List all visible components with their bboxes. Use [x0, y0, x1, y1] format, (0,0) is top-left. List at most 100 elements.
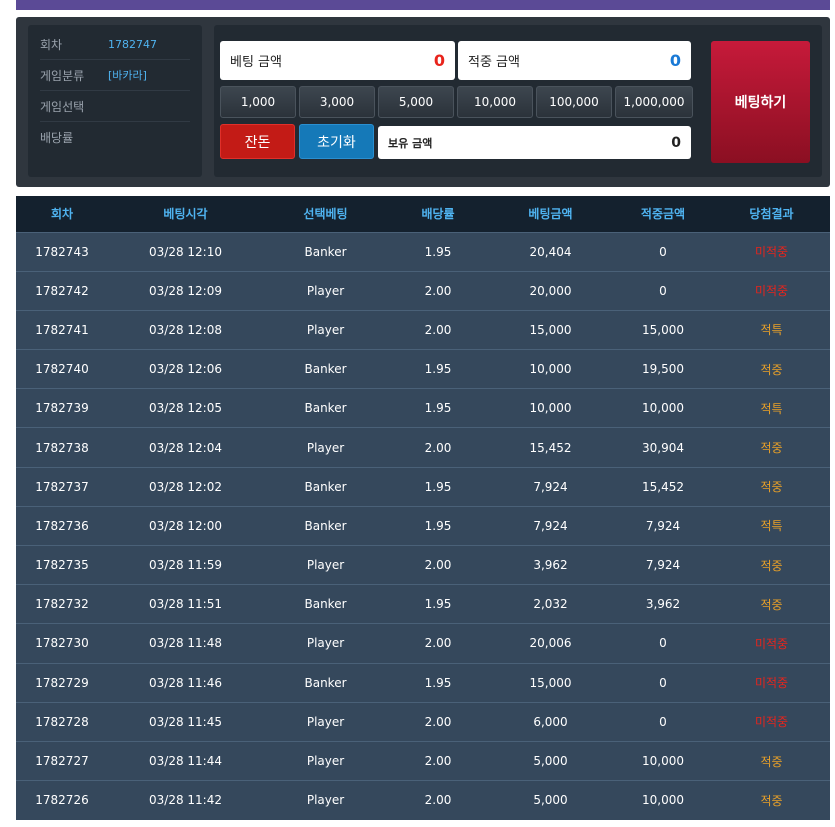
select-label: 게임선택 [40, 99, 85, 114]
cell-result: 적특 [760, 519, 783, 534]
cell-round: 1782726 [35, 793, 89, 808]
cell-result: 적특 [760, 323, 783, 338]
cell-round: 1782727 [35, 754, 89, 769]
cell-selection: Player [306, 793, 345, 808]
cell-selection: Player [306, 754, 345, 769]
cell-bet-time: 03/28 11:44 [149, 754, 222, 769]
win-amount-value: 0 [669, 51, 681, 70]
chip-button-5000[interactable]: 5,000 [378, 86, 454, 118]
cell-bet-time: 03/28 11:45 [149, 714, 222, 729]
cell-round: 1782738 [35, 440, 89, 455]
cell-result: 미적중 [754, 715, 789, 730]
cell-selection: Banker [304, 675, 347, 690]
chip-button-1000[interactable]: 1,000 [220, 86, 296, 118]
category-value: [바카라] [108, 69, 147, 82]
cell-selection: Banker [304, 597, 347, 612]
cell-bet-amount: 10,000 [529, 362, 572, 377]
chip-row: 1,000 3,000 5,000 10,000 100,000 1,000,0… [220, 86, 693, 118]
header-bet-amount: 베팅금액 [528, 207, 573, 222]
cell-round: 1782739 [35, 401, 89, 416]
header-odds: 배당률 [421, 207, 455, 222]
cell-selection: Player [306, 283, 345, 298]
cell-win-amount: 30,904 [642, 440, 684, 455]
cell-result: 미적중 [754, 636, 789, 651]
cell-bet-time: 03/28 11:42 [149, 793, 222, 808]
place-bet-button[interactable]: 베팅하기 [711, 41, 810, 163]
chip-button-3000[interactable]: 3,000 [299, 86, 375, 118]
balance-button[interactable]: 잔돈 [220, 124, 295, 159]
cell-odds: 1.95 [424, 401, 452, 416]
cell-bet-amount: 15,452 [529, 440, 572, 455]
cell-win-amount: 10,000 [642, 401, 684, 416]
table-header-row: 회차 베팅시각 선택베팅 배당률 베팅금액 적중금액 당첨결과 [16, 196, 830, 232]
cell-bet-amount: 20,404 [529, 244, 572, 259]
cell-result: 적중 [760, 754, 783, 769]
cell-selection: Banker [304, 244, 347, 259]
cell-odds: 1.95 [424, 597, 452, 612]
cell-bet-time: 03/28 12:08 [149, 322, 222, 337]
info-row-odds: 배당률 [40, 122, 190, 153]
cell-bet-time: 03/28 11:51 [149, 597, 222, 612]
bet-amount-label: 베팅 금액 [230, 55, 282, 70]
cell-odds: 2.00 [424, 283, 452, 298]
cell-round: 1782741 [35, 322, 89, 337]
cell-bet-amount: 5,000 [533, 754, 568, 769]
table-row: 1782742 03/28 12:09 Player 2.00 20,000 0 미적중 [16, 271, 830, 311]
cell-result: 적중 [760, 362, 783, 377]
chip-button-100000[interactable]: 100,000 [536, 86, 612, 118]
cell-win-amount: 15,452 [642, 479, 684, 494]
cell-odds: 1.95 [424, 675, 452, 690]
cell-bet-amount: 5,000 [533, 793, 568, 808]
table-row: 1782735 03/28 11:59 Player 2.00 3,962 7,924 적중 [16, 545, 830, 585]
table-row: 1782727 03/28 11:44 Player 2.00 5,000 10,000 적… [16, 741, 830, 781]
cell-bet-time: 03/28 11:46 [149, 675, 222, 690]
table-row: 1782732 03/28 11:51 Banker 1.95 2,032 3,962 적중 [16, 584, 830, 624]
table-row: 1782736 03/28 12:00 Banker 1.95 7,924 7,924 적특 [16, 506, 830, 546]
header-result: 당첨결과 [749, 207, 794, 222]
cell-bet-time: 03/28 12:09 [149, 283, 222, 298]
cell-bet-time: 03/28 11:59 [149, 558, 222, 573]
cell-bet-time: 03/28 12:00 [149, 518, 222, 533]
cell-round: 1782742 [35, 283, 89, 298]
cell-selection: Banker [304, 362, 347, 377]
cell-selection: Player [306, 636, 345, 651]
cell-win-amount: 10,000 [642, 754, 684, 769]
header-selection: 선택베팅 [303, 207, 348, 222]
cell-win-amount: 19,500 [642, 362, 684, 377]
cell-selection: Banker [304, 479, 347, 494]
cell-odds: 2.00 [424, 754, 452, 769]
bet-amount-field[interactable]: 베팅 금액 0 [220, 41, 455, 80]
cell-bet-time: 03/28 12:06 [149, 362, 222, 377]
cell-bet-amount: 20,006 [529, 636, 572, 651]
cell-win-amount: 10,000 [642, 793, 684, 808]
cell-odds: 1.95 [424, 244, 452, 259]
cell-bet-amount: 15,000 [529, 322, 572, 337]
cell-round: 1782732 [35, 597, 89, 612]
info-row-category: 게임분류 [바카라] [40, 60, 190, 91]
table-row: 1782729 03/28 11:46 Banker 1.95 15,000 0 미적중 [16, 663, 830, 703]
cell-bet-time: 03/28 12:02 [149, 479, 222, 494]
cell-odds: 2.00 [424, 793, 452, 808]
cell-result: 적중 [760, 793, 783, 808]
cell-result: 적중 [760, 441, 783, 456]
cell-round: 1782737 [35, 479, 89, 494]
win-amount-field: 적중 금액 0 [458, 41, 691, 80]
cell-win-amount: 7,924 [645, 518, 681, 533]
cell-win-amount: 0 [659, 244, 667, 259]
cell-result: 적중 [760, 597, 783, 612]
cell-win-amount: 0 [659, 636, 667, 651]
cell-bet-time: 03/28 12:05 [149, 401, 222, 416]
table-row: 1782737 03/28 12:02 Banker 1.95 7,924 15,452 적… [16, 467, 830, 507]
bet-amount-value: 0 [433, 51, 445, 70]
chip-button-10000[interactable]: 10,000 [457, 86, 533, 118]
cell-odds: 1.95 [424, 362, 452, 377]
cell-odds: 1.95 [424, 479, 452, 494]
header-win-amount: 적중금액 [640, 207, 686, 222]
reset-button[interactable]: 초기화 [299, 124, 374, 159]
top-banner-bar [16, 0, 830, 10]
cell-bet-amount: 10,000 [529, 401, 572, 416]
cell-win-amount: 15,000 [642, 322, 684, 337]
chip-button-1000000[interactable]: 1,000,000 [615, 86, 693, 118]
cell-odds: 2.00 [424, 714, 452, 729]
cell-win-amount: 7,924 [645, 558, 681, 573]
